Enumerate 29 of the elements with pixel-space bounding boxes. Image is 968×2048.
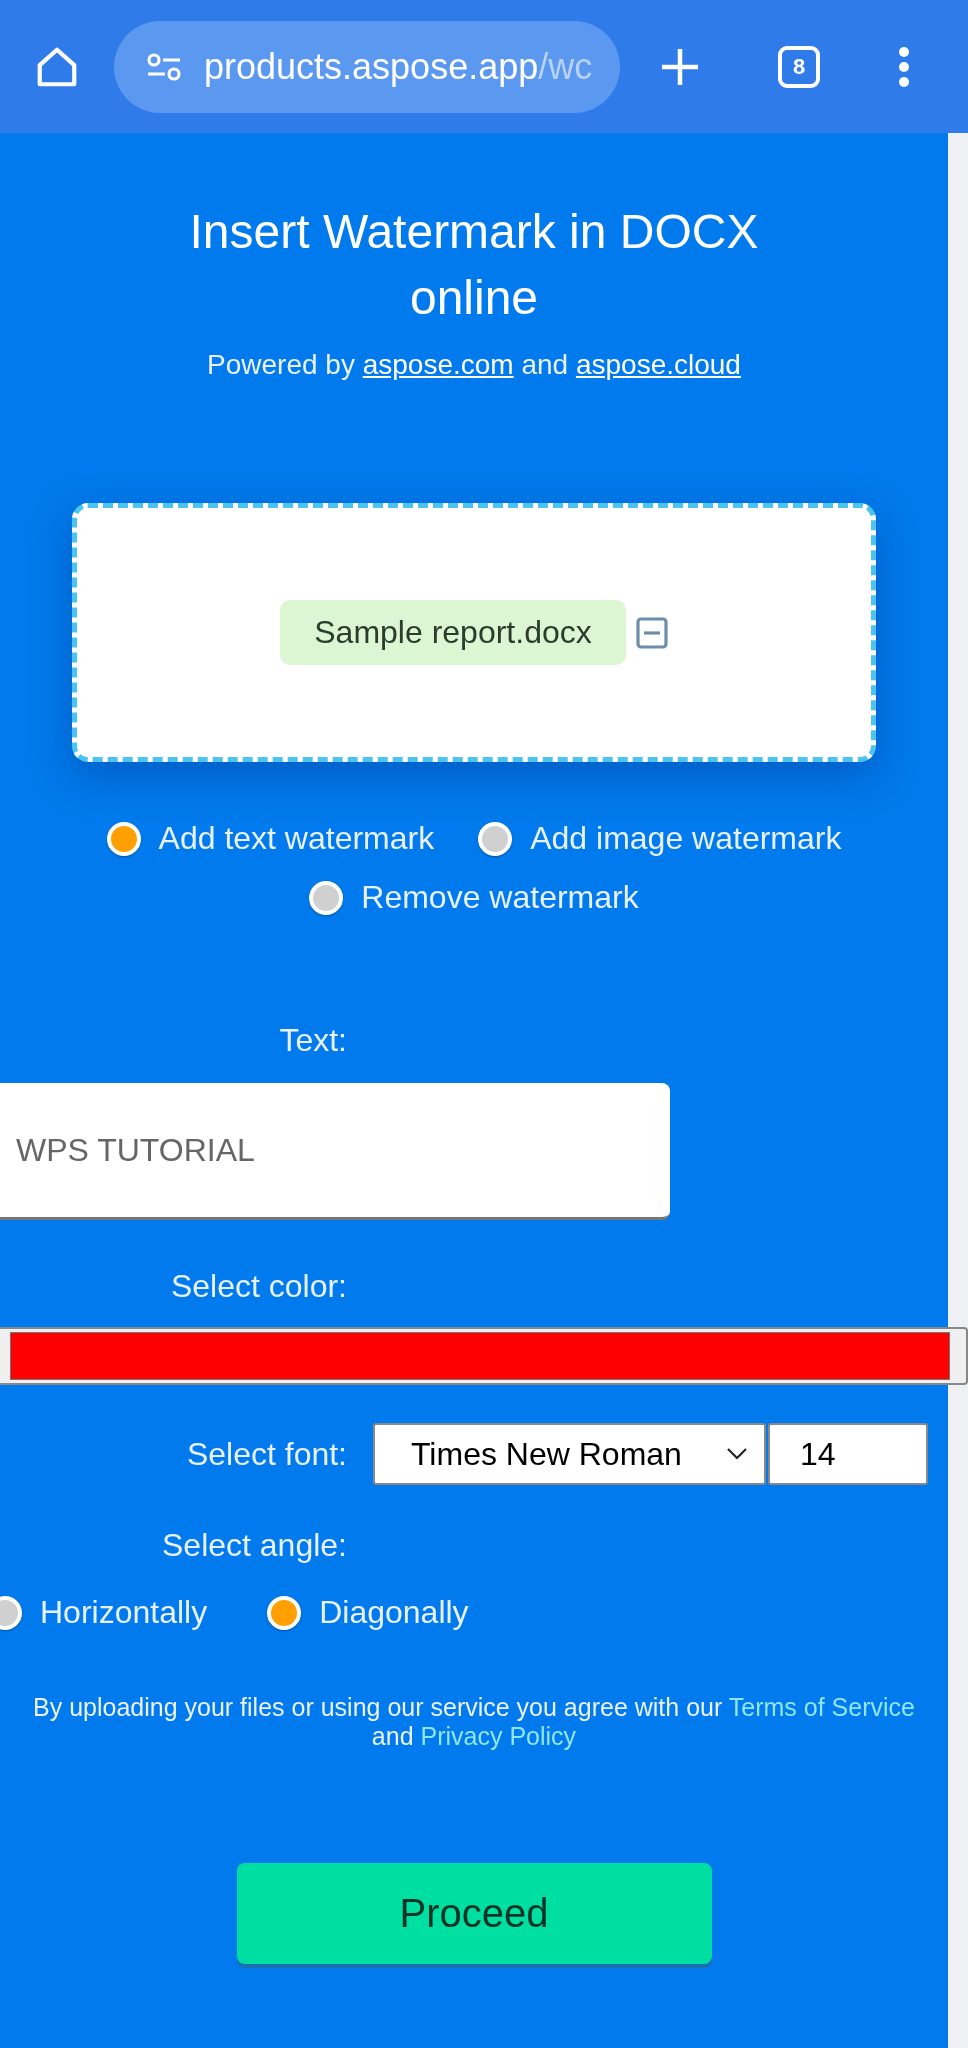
page-title: Insert Watermark in DOCX online [188,204,760,326]
field-label: Text: [278,1022,347,1059]
field-label: Select color: [169,1268,347,1305]
radio-option[interactable]: Remove watermark [309,879,639,916]
field-label: Select font: [185,1435,347,1473]
upload-area[interactable]: Sample report.docx [72,503,876,762]
powered-by-text: Powered by aspose.com and aspose.cloud [207,349,741,381]
file-chip: Sample report.docx [280,600,626,665]
menu-icon[interactable] [898,46,910,87]
caret-icon [726,1447,748,1461]
field-label: Select angle: [161,1527,347,1564]
link[interactable]: aspose.cloud [575,349,741,380]
tune-icon [146,51,182,82]
font-select[interactable]: Times New Roman [373,1423,766,1485]
link[interactable]: Privacy Policy [420,1722,577,1750]
remove-icon[interactable] [635,616,668,649]
agreement-text: By uploading your files or using our service you agree with our Terms of Service and Privacy Policy [32,1693,916,1751]
link[interactable]: Terms of Service [728,1693,915,1721]
new-tab-icon[interactable] [660,46,700,87]
address-bar[interactable]: products.aspose.app/wc [114,20,620,113]
radio-option[interactable]: Add text watermark [106,820,435,857]
tab-switcher-button[interactable]: 8 [778,45,820,88]
text-input[interactable]: WPS TUTORIAL [0,1083,670,1220]
radio-option[interactable]: Diagonally [267,1594,469,1631]
radio-option[interactable]: Horizontally [0,1594,208,1631]
radio-option[interactable]: Add image watermark [478,820,842,857]
color-picker[interactable] [0,1327,968,1385]
link[interactable]: aspose.com [362,349,514,380]
font-size-input[interactable]: 14 [768,1423,928,1485]
